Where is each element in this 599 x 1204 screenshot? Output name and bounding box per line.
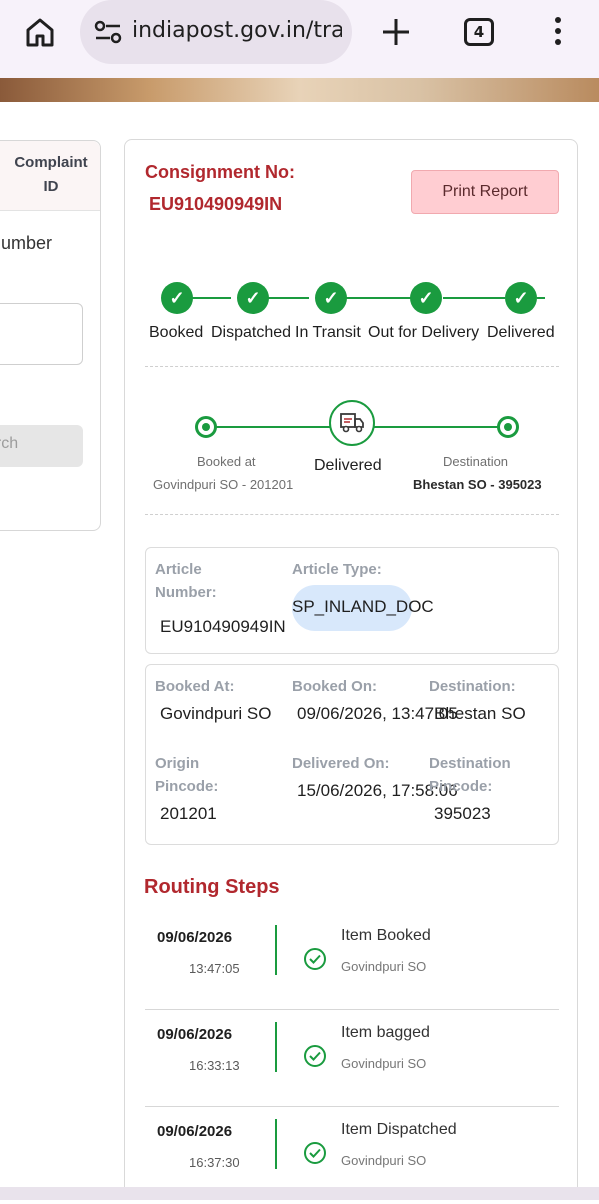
divider	[145, 366, 559, 367]
tracking-result-card: Consignment No: EU910490949IN Print Repo…	[124, 139, 578, 1199]
destination-field-value: Bhestan SO	[434, 704, 526, 723]
delivered-on-label: Delivered On:	[292, 755, 390, 772]
number-field-label: umber	[1, 233, 53, 253]
booked-at-field-label: Booked At:	[155, 678, 235, 695]
routing-step-event: Item Dispatched	[341, 1121, 457, 1138]
dot-icon	[555, 39, 561, 45]
routing-step-date: 09/06/2026	[157, 1026, 233, 1043]
routing-step-row: 09/06/2026 16:33:13 Item bagged Govindpu…	[145, 1010, 559, 1107]
consignment-number: EU910490949IN	[149, 194, 283, 214]
routing-steps-title: Routing Steps	[144, 876, 280, 898]
progress-connector	[443, 297, 505, 299]
routing-step-office: Govindpuri SO	[341, 1056, 427, 1071]
routing-step-row: 09/06/2026 13:47:05 Item Booked Govindpu…	[145, 913, 559, 1010]
step-label-dispatched: Dispatched	[211, 324, 292, 341]
step-label-booked: Booked	[149, 324, 204, 341]
booked-at-field-value: Govindpuri SO	[160, 704, 272, 723]
destination-office: Bhestan SO - 395023	[413, 477, 542, 492]
step-label-delivered: Delivered	[487, 324, 555, 341]
delivery-truck-icon	[329, 400, 375, 446]
routing-step-event: Item bagged	[341, 1024, 430, 1041]
timeline-line	[275, 1119, 277, 1169]
dot-icon	[555, 28, 561, 34]
site-settings-icon[interactable]	[94, 20, 122, 44]
search-button[interactable]: arch	[0, 425, 83, 467]
complaint-tab-header[interactable]: Complaint ID	[0, 141, 100, 211]
booking-details-box: Booked At: Govindpuri SO Booked On: 09/0…	[145, 664, 559, 845]
route-status: Delivered	[314, 457, 382, 474]
destination-pincode-label: Destination Pincode:	[429, 755, 511, 795]
browser-toolbar: indiapost.gov.in/tra 4	[0, 0, 599, 78]
destination-pincode-value: 395023	[434, 804, 491, 823]
check-circle-icon	[304, 1045, 326, 1067]
article-number-value: EU910490949IN	[160, 617, 286, 636]
divider	[145, 514, 559, 515]
step-booked-check-icon: ✓	[161, 282, 193, 314]
step-in-transit-check-icon: ✓	[315, 282, 347, 314]
step-delivered-check-icon: ✓	[505, 282, 537, 314]
url-text[interactable]: indiapost.gov.in/tra	[132, 18, 342, 43]
print-report-button[interactable]: Print Report	[411, 170, 559, 214]
tab-switcher-button[interactable]: 4	[464, 18, 494, 46]
timeline-line	[275, 1022, 277, 1072]
progress-connector	[537, 297, 545, 299]
routing-step-time: 13:47:05	[189, 961, 240, 976]
routing-step-event: Item Booked	[341, 927, 431, 944]
check-circle-icon	[304, 948, 326, 970]
progress-connector	[341, 297, 411, 299]
step-label-in-transit: In Transit	[295, 324, 361, 341]
complaint-id-label[interactable]: Complaint ID	[11, 151, 91, 199]
routing-step-office: Govindpuri SO	[341, 1153, 427, 1168]
booked-at-label: Booked at	[197, 454, 256, 469]
page-banner-image	[0, 78, 599, 102]
consignment-label: Consignment No:	[145, 162, 295, 182]
destination-label: Destination	[443, 454, 509, 469]
routing-step-date: 09/06/2026	[157, 929, 233, 946]
routing-step-date: 09/06/2026	[157, 1123, 233, 1140]
dot-icon	[555, 17, 561, 23]
origin-pincode-value: 201201	[160, 804, 217, 823]
booked-on-label: Booked On:	[292, 678, 377, 695]
origin-pincode-label: Origin Pincode:	[155, 755, 219, 795]
system-navigation-bar	[0, 1187, 599, 1200]
more-menu-button[interactable]	[550, 14, 566, 50]
check-circle-icon	[304, 1142, 326, 1164]
booked-at-office: Govindpuri SO - 201201	[153, 477, 294, 492]
article-number-label: Article Number:	[155, 561, 217, 601]
routing-step-office: Govindpuri SO	[341, 959, 427, 974]
progress-connector	[263, 297, 309, 299]
new-tab-button[interactable]	[378, 14, 414, 50]
plus-icon	[383, 19, 409, 45]
routing-step-time: 16:37:30	[189, 1155, 240, 1170]
complaint-search-card: Complaint ID umber arch	[0, 140, 101, 531]
address-bar[interactable]: indiapost.gov.in/tra	[80, 0, 352, 64]
article-type-label: Article Type:	[292, 561, 382, 578]
destination-field-label: Destination:	[429, 678, 516, 695]
search-button-label: arch	[0, 435, 19, 452]
home-button[interactable]	[20, 14, 60, 50]
timeline-line	[275, 925, 277, 975]
home-icon	[26, 18, 54, 47]
step-label-out-for-delivery: Out for Delivery	[368, 324, 480, 341]
search-number-input[interactable]	[0, 303, 83, 365]
step-out-for-delivery-check-icon: ✓	[410, 282, 442, 314]
destination-node-icon	[497, 416, 519, 438]
article-info-box: Article Number: EU910490949IN Article Ty…	[145, 547, 559, 654]
origin-node-icon	[195, 416, 217, 438]
step-dispatched-check-icon: ✓	[237, 282, 269, 314]
article-type-value: SP_INLAND_DOC	[292, 597, 434, 616]
routing-step-time: 16:33:13	[189, 1058, 240, 1073]
